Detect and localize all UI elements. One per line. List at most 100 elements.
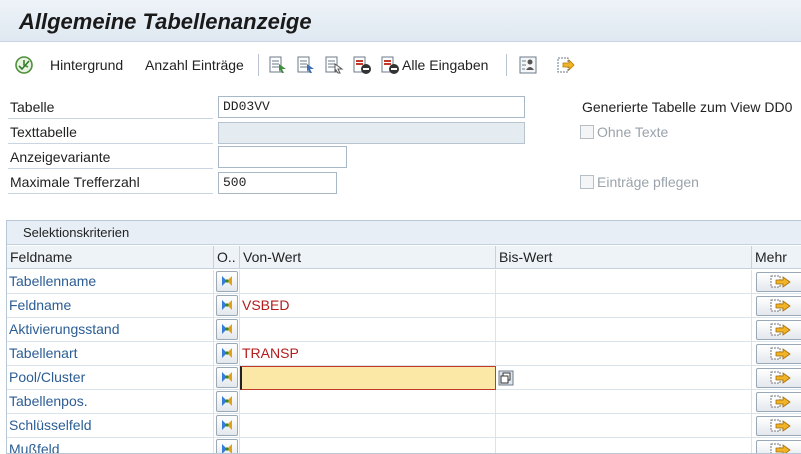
without-texts-checkbox: Ohne Texte [580,124,668,140]
selection-option-icon [222,372,232,382]
option-cell [214,318,240,342]
selection-option-button[interactable] [216,391,238,412]
field-name-link[interactable]: Schlüsselfeld [7,414,214,438]
to-value-input[interactable] [496,318,752,342]
personal-settings-button[interactable] [518,54,538,76]
checkbox-box [580,175,594,189]
multiple-selection-button[interactable] [756,416,801,436]
multiple-selection-arrow-icon [770,299,791,312]
to-value-input[interactable] [496,294,752,318]
to-value-input[interactable] [496,390,752,414]
toolbar-separator [506,54,507,76]
selection-option-button[interactable] [216,343,238,364]
more-cell [752,342,801,366]
selection-header-form: Tabelle DD03VV Texttabelle Anzeigevarian… [0,88,801,218]
to-value-input[interactable] [496,270,752,294]
select-fields-button[interactable] [296,54,316,76]
selection-option-button[interactable] [216,415,238,436]
text-table-input [218,122,525,144]
column-header-to[interactable]: Bis-Wert [496,246,752,269]
multiple-selection-button[interactable] [756,440,801,453]
count-entries-button[interactable]: Anzahl Einträge [145,54,244,76]
option-cell [214,294,240,318]
field-name-link[interactable]: Tabellenpos. [7,390,214,414]
selection-option-button[interactable] [216,439,238,453]
generated-table-note: Generierte Tabelle zum View DD0 [582,99,793,115]
field-name-link[interactable]: Tabellenname [7,270,214,294]
without-texts-label: Ohne Texte [597,124,669,140]
text-table-label: Texttabelle [10,124,77,140]
label-underline [8,143,213,144]
selection-option-button[interactable] [216,295,238,316]
delete-selection-button[interactable] [352,54,372,76]
column-header-field[interactable]: Feldname [7,246,214,269]
more-cell [752,438,801,453]
table-row: Schlüsselfeld [7,414,801,438]
export-button[interactable] [556,54,576,76]
multiple-selection-arrow-icon [770,275,791,288]
table-row: Tabellenname [7,270,801,294]
option-cell [214,342,240,366]
checkbox-box [580,125,594,139]
selection-option-button[interactable] [216,319,238,340]
more-cell [752,414,801,438]
to-value-input[interactable] [496,366,752,390]
selection-option-icon [222,276,232,286]
column-header-from[interactable]: Von-Wert [240,246,496,269]
execute-button[interactable] [14,54,34,76]
multiple-selection-button[interactable] [756,272,801,292]
to-value-input[interactable] [496,414,752,438]
selection-option-icon [222,444,232,453]
multiple-selection-button[interactable] [756,392,801,412]
selection-option-icon [222,420,232,430]
from-value-input[interactable]: VSBED [240,294,496,318]
from-value-input[interactable] [240,366,496,390]
multiple-selection-arrow-icon [770,371,791,384]
more-cell [752,318,801,342]
column-header-more[interactable]: Mehr [752,246,801,269]
display-variant-input[interactable] [218,146,347,168]
table-row: Feldname VSBED [7,294,801,318]
label-underline [8,168,213,169]
from-value-input[interactable] [240,390,496,414]
to-value-input[interactable] [496,438,752,453]
value-help-icon[interactable] [498,370,514,386]
option-cell [214,270,240,294]
option-cell [214,390,240,414]
background-button[interactable]: Hintergrund [50,54,123,76]
field-name-link[interactable]: Aktivierungsstand [7,318,214,342]
title-bar: Allgemeine Tabellenanzeige [0,0,801,42]
selection-option-icon [222,348,232,358]
selection-option-button[interactable] [216,271,238,292]
multiple-selection-button[interactable] [756,368,801,388]
field-name-link[interactable]: Tabellenart [7,342,214,366]
window-title: Allgemeine Tabellenanzeige [19,9,312,34]
max-hits-input[interactable]: 500 [218,172,337,194]
multiple-selection-button[interactable] [756,320,801,340]
all-inputs-button[interactable]: Alle Eingaben [380,54,488,76]
multiple-selection-button[interactable] [756,296,801,316]
to-value-input[interactable] [496,342,752,366]
from-value-input[interactable] [240,438,496,453]
table-label: Tabelle [10,99,55,115]
select-table-button[interactable] [268,54,288,76]
field-name-link[interactable]: Feldname [7,294,214,318]
export-arrow-icon [557,57,575,73]
toolbar-separator [258,54,259,76]
column-header-option[interactable]: O.. [214,246,240,269]
from-value-input[interactable] [240,414,496,438]
select-options-button[interactable] [324,54,344,76]
field-name-link[interactable]: Pool/Cluster [7,366,214,390]
selection-option-icon [222,300,232,310]
field-name-link[interactable]: Mußfeld [7,438,214,453]
max-hits-label: Maximale Trefferzahl [10,174,140,190]
table-input[interactable]: DD03VV [218,96,525,118]
multiple-selection-button[interactable] [756,344,801,364]
table-row: Pool/Cluster [7,366,801,390]
selection-option-button[interactable] [216,367,238,388]
field-select-icon [297,56,314,73]
from-value-input[interactable] [240,318,496,342]
more-cell [752,366,801,390]
from-value-input[interactable]: TRANSP [240,342,496,366]
from-value-input[interactable] [240,270,496,294]
